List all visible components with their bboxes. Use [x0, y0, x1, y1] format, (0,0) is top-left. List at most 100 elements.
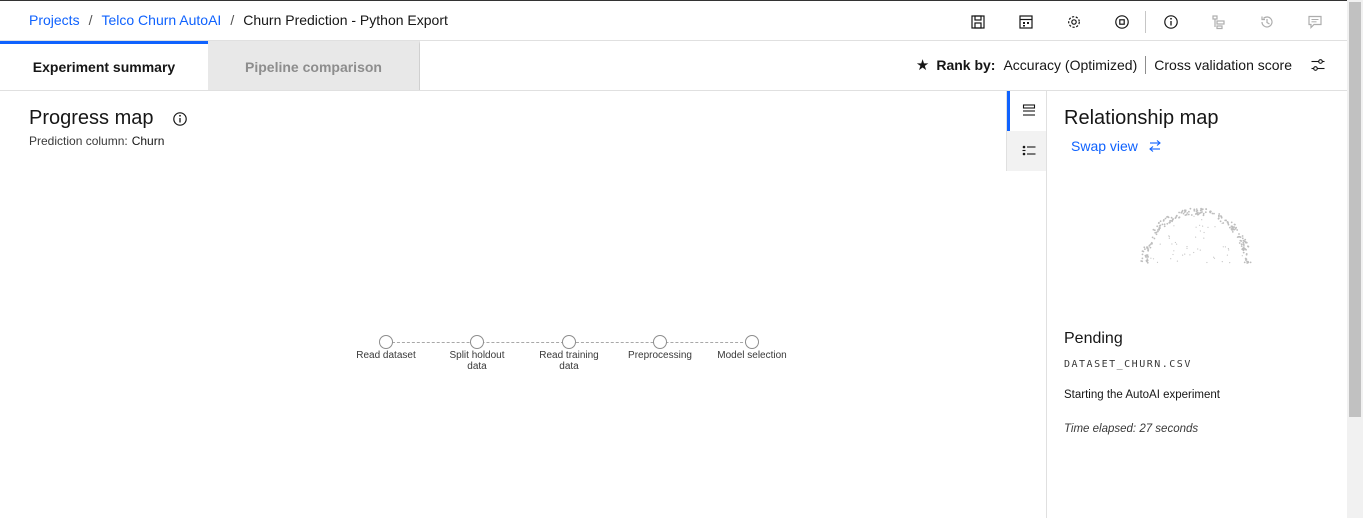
stage-label: Read training data	[539, 350, 599, 372]
relationship-map-dot	[1146, 256, 1148, 258]
relationship-map-dot	[1240, 245, 1243, 247]
relationship-map-dot	[1242, 247, 1245, 249]
relationship-map-dot	[1197, 213, 1199, 216]
relationship-map-dot	[1171, 243, 1173, 245]
relationship-map-dot	[1203, 237, 1205, 239]
relationship-map-dot	[1176, 260, 1178, 262]
relationship-map-dot	[1162, 220, 1165, 222]
relationship-map-dot	[1140, 260, 1143, 262]
rank-by-control: ★ Rank by: Accuracy (Optimized) Cross va…	[916, 56, 1326, 74]
relationship-map-dot	[1224, 219, 1227, 222]
stage-node	[562, 335, 576, 349]
relationship-map-dot	[1230, 221, 1233, 224]
relationship-map-dot	[1171, 220, 1173, 223]
breadcrumb-project-link[interactable]: Telco Churn AutoAI	[101, 12, 221, 28]
relationship-map-dot	[1186, 246, 1188, 248]
relationship-map-dot	[1246, 260, 1249, 263]
relationship-map-dot	[1230, 228, 1233, 230]
relationship-map-dot	[1166, 222, 1169, 225]
progress-map-view-button[interactable]	[1007, 91, 1047, 131]
relationship-map-dot	[1247, 245, 1249, 248]
relationship-map-dot	[1241, 255, 1243, 257]
relationship-map-dot	[1173, 250, 1175, 252]
relationship-map-dot	[1172, 253, 1174, 256]
pipeline-flow-button[interactable]	[1203, 9, 1235, 35]
relationship-map-dot	[1238, 235, 1241, 238]
relationship-map-dot	[1244, 258, 1247, 260]
relationship-map-dot	[1222, 222, 1225, 224]
relationship-map-dot	[1178, 211, 1180, 214]
relationship-map-dot	[1184, 214, 1187, 216]
breadcrumb-separator: /	[230, 12, 235, 28]
rank-metric-selector[interactable]: Accuracy (Optimized)	[1003, 57, 1137, 73]
progress-map-heading: Progress map	[29, 107, 188, 130]
relationship-map-dot	[1174, 217, 1177, 219]
view-toggle	[1006, 91, 1047, 171]
swap-view-link[interactable]: Swap view	[1071, 138, 1162, 154]
settings-button[interactable]	[1058, 9, 1090, 35]
relationship-map-dot	[1156, 261, 1159, 263]
rank-score-type-selector[interactable]: Cross validation score	[1154, 57, 1292, 73]
relationship-map-dot	[1198, 212, 1201, 215]
breadcrumb-projects-link[interactable]: Projects	[29, 12, 80, 28]
relationship-map-dot	[1233, 223, 1236, 226]
relationship-map-dot	[1188, 210, 1190, 213]
relationship-map-dot	[1242, 251, 1245, 254]
save-button[interactable]	[962, 9, 994, 35]
relationship-map-dot	[1187, 213, 1190, 216]
relationship-map-dot	[1158, 228, 1160, 231]
relationship-map-dot	[1243, 245, 1245, 247]
stage-read-dataset: Read dataset	[346, 335, 426, 361]
relationship-map-dot	[1163, 225, 1166, 228]
stage-split-holdout: Split holdout data	[437, 335, 517, 372]
relationship-map-dot	[1204, 211, 1207, 214]
relationship-map-dot	[1229, 262, 1231, 264]
relationship-map-dot	[1240, 243, 1243, 246]
relationship-map-dot	[1144, 248, 1146, 250]
tab-experiment-summary[interactable]: Experiment summary	[0, 41, 208, 90]
relationship-map-dot	[1195, 226, 1197, 228]
relationship-map-dot	[1176, 243, 1178, 245]
toolbar	[962, 9, 1363, 35]
relationship-map-dot	[1226, 254, 1228, 256]
vertical-scrollbar[interactable]	[1347, 0, 1363, 518]
relationship-map-dot	[1238, 233, 1240, 235]
toolbar-divider	[1145, 11, 1146, 33]
relationship-map-dot	[1221, 261, 1223, 263]
history-button[interactable]	[1251, 9, 1283, 35]
relationship-map-dot	[1245, 253, 1248, 255]
relationship-map-dot	[1194, 213, 1197, 215]
info-button[interactable]	[1155, 9, 1187, 35]
relationship-map-dot	[1202, 214, 1205, 217]
stage-node	[470, 335, 484, 349]
relationship-map-dot	[1231, 231, 1234, 233]
relationship-map-dot	[1178, 216, 1180, 219]
comment-button[interactable]	[1299, 9, 1331, 35]
relationship-map-dot	[1141, 257, 1144, 260]
tab-pipeline-comparison[interactable]: Pipeline comparison	[208, 41, 420, 90]
stop-button[interactable]	[1106, 9, 1138, 35]
list-view-button[interactable]	[1007, 131, 1047, 171]
relationship-map-dot	[1220, 215, 1223, 218]
relationship-map-dot	[1197, 248, 1199, 250]
sliders-icon[interactable]	[1310, 57, 1326, 73]
relationship-map-dot	[1243, 261, 1246, 264]
relationship-map-dot	[1186, 247, 1188, 250]
relationship-map-dot	[1202, 212, 1205, 215]
relationship-map-dot	[1221, 222, 1223, 224]
relationship-map-dot	[1157, 230, 1159, 233]
settings-gear-icon	[1068, 16, 1080, 28]
info-icon[interactable]	[172, 111, 188, 127]
relationship-map-dot	[1202, 225, 1204, 227]
notebook-button[interactable]	[1010, 9, 1042, 35]
scrollbar-thumb[interactable]	[1349, 2, 1361, 417]
relationship-map-dot	[1170, 216, 1173, 219]
relationship-map-dot	[1173, 225, 1175, 227]
top-bar: Projects / Telco Churn AutoAI / Churn Pr…	[0, 0, 1362, 41]
relationship-map-dot	[1217, 217, 1220, 220]
relationship-map-dot	[1218, 214, 1220, 217]
relationship-map-placeholder	[1140, 207, 1252, 264]
relationship-map-dot	[1142, 250, 1145, 253]
relationship-map-dot	[1143, 246, 1146, 249]
relationship-map-dot	[1190, 214, 1193, 216]
